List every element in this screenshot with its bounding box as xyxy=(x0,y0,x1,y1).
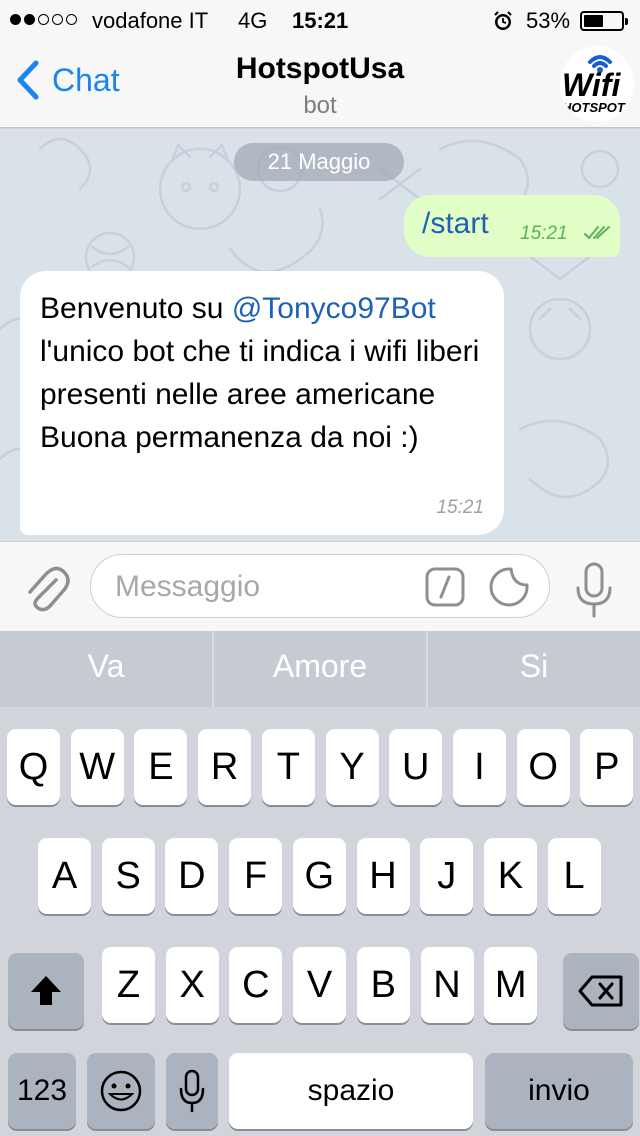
key-q[interactable]: Q xyxy=(7,729,60,805)
delete-key[interactable] xyxy=(563,953,639,1029)
key-m[interactable]: M xyxy=(484,947,538,1023)
microphone-icon[interactable] xyxy=(574,562,614,618)
emoji-key[interactable] xyxy=(87,1053,155,1129)
network-type: 4G xyxy=(238,8,268,33)
paperclip-icon[interactable] xyxy=(22,562,70,614)
chat-subtitle: bot xyxy=(303,92,337,119)
signal-dot xyxy=(66,14,77,25)
suggestion-1[interactable]: Va xyxy=(0,631,212,707)
incoming-message[interactable]: Benvenuto su @Tonyco97Bot l'unico bot ch… xyxy=(20,271,504,535)
key-b[interactable]: B xyxy=(356,947,410,1023)
signal-dot xyxy=(52,14,63,25)
status-bar: vodafone IT 4G 15:21 53% xyxy=(0,0,640,40)
shift-arrow-icon xyxy=(31,976,61,1005)
signal-dot xyxy=(24,14,35,25)
suggestion-3[interactable]: Si xyxy=(428,631,640,707)
key-e[interactable]: E xyxy=(134,729,188,805)
space-key[interactable]: spazio xyxy=(229,1053,473,1129)
message-time: 15:21 xyxy=(520,223,568,244)
key-t[interactable]: T xyxy=(261,729,315,805)
message-text-body: l'unico bot che ti indica i wifi liberi … xyxy=(40,335,480,411)
keyboard: Va Amore Si QWERTYUIOP ASDFGHJKL ZXCVBNM… xyxy=(0,631,640,1136)
shift-key[interactable] xyxy=(8,953,84,1029)
dictation-key[interactable] xyxy=(166,1053,218,1129)
key-u[interactable]: U xyxy=(389,729,443,805)
svg-text:Wifi: Wifi xyxy=(562,67,621,103)
navigation-bar: Chat HotspotUsa bot Wifi HOTSPOT xyxy=(0,40,640,128)
return-key[interactable]: invio xyxy=(485,1053,633,1129)
key-h[interactable]: H xyxy=(356,838,410,914)
signal-strength-icon xyxy=(10,14,77,25)
key-f[interactable]: F xyxy=(229,838,283,914)
message-field[interactable] xyxy=(90,554,550,618)
key-y[interactable]: Y xyxy=(325,729,379,805)
key-x[interactable]: X xyxy=(165,947,219,1023)
message-input-bar xyxy=(0,541,640,631)
avatar[interactable]: Wifi HOTSPOT xyxy=(560,46,634,122)
key-a[interactable]: A xyxy=(38,838,91,914)
message-time: 15:21 xyxy=(436,497,484,518)
emoji-icon xyxy=(100,1070,142,1112)
key-v[interactable]: V xyxy=(293,947,347,1023)
backspace-icon xyxy=(578,975,623,1007)
sticker-icon[interactable] xyxy=(489,567,529,607)
key-s[interactable]: S xyxy=(101,838,155,914)
key-p[interactable]: P xyxy=(580,729,634,805)
alarm-clock-icon xyxy=(494,11,512,30)
signal-dot xyxy=(38,14,49,25)
key-g[interactable]: G xyxy=(292,838,346,914)
message-input[interactable] xyxy=(115,565,415,609)
message-text-closing: Buona permanenza da noi :) xyxy=(40,421,419,454)
key-k[interactable]: K xyxy=(483,838,537,914)
slash-command-icon[interactable] xyxy=(425,567,465,607)
chat-title: HotspotUsa xyxy=(235,52,405,85)
outgoing-message[interactable]: /start 15:21 xyxy=(404,195,620,257)
suggestion-2[interactable]: Amore xyxy=(214,631,426,707)
message-text: Benvenuto su @Tonyco97Bot l'unico bot ch… xyxy=(40,287,490,459)
battery-percentage: 53% xyxy=(526,8,571,33)
key-n[interactable]: N xyxy=(420,947,474,1023)
key-o[interactable]: O xyxy=(516,729,570,805)
key-j[interactable]: J xyxy=(420,838,474,914)
predictive-bar: Va Amore Si xyxy=(0,631,640,707)
battery-fill xyxy=(584,15,603,27)
numbers-key[interactable]: 123 xyxy=(8,1053,76,1129)
microphone-icon xyxy=(179,1069,205,1113)
message-text-prefix: Benvenuto su xyxy=(40,292,232,325)
key-i[interactable]: I xyxy=(452,729,506,805)
date-separator: 21 Maggio xyxy=(234,143,404,181)
key-d[interactable]: D xyxy=(165,838,219,914)
message-text: /start xyxy=(422,207,489,240)
signal-dot xyxy=(10,14,21,25)
bot-mention-link[interactable]: @Tonyco97Bot xyxy=(232,292,436,325)
carrier-name: vodafone IT xyxy=(92,8,209,33)
wifi-hotspot-logo: Wifi HOTSPOT xyxy=(562,55,626,115)
battery-icon xyxy=(580,11,628,31)
key-z[interactable]: Z xyxy=(102,947,155,1023)
key-c[interactable]: C xyxy=(229,947,283,1023)
key-w[interactable]: W xyxy=(70,729,124,805)
double-check-icon xyxy=(584,226,610,239)
chat-area[interactable]: 21 Maggio /start 15:21 Benvenuto su @Ton… xyxy=(0,129,640,541)
clock: 15:21 xyxy=(292,8,349,33)
key-r[interactable]: R xyxy=(198,729,252,805)
key-l[interactable]: L xyxy=(547,838,601,914)
